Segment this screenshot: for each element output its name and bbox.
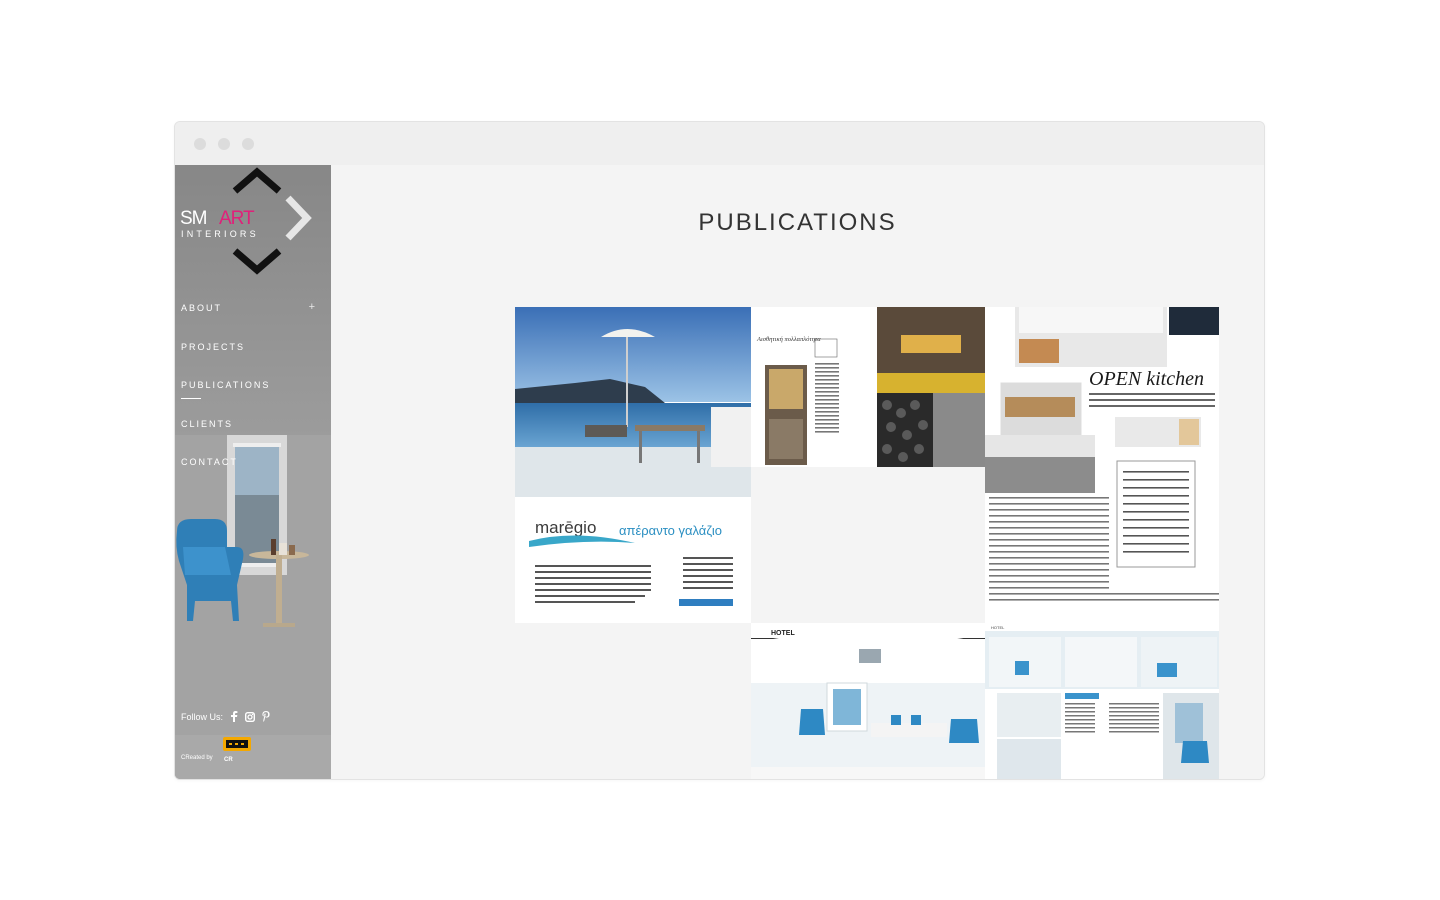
- pinterest-icon[interactable]: [262, 711, 270, 722]
- nav-item-projects[interactable]: PROJECTS: [181, 342, 321, 381]
- publication-image: marēgio απέραντο γαλάζιο: [515, 307, 751, 623]
- window-minimize-button[interactable]: [218, 138, 230, 150]
- follow-label: Follow Us:: [181, 711, 224, 722]
- publication-maregio[interactable]: marēgio απέραντο γαλάζιο: [515, 307, 751, 623]
- publication-hotel-1[interactable]: HOTEL: [751, 623, 985, 779]
- expand-icon[interactable]: +: [309, 301, 315, 313]
- publication-heading: OPEN kitchen: [1089, 368, 1204, 390]
- publication-image: HOTEL: [985, 623, 1219, 779]
- facebook-icon[interactable]: [230, 711, 238, 722]
- publication-hotel-2[interactable]: HOTEL: [985, 623, 1219, 779]
- social-links: Follow Us:: [181, 711, 270, 722]
- nav-label: CONTACT: [181, 457, 238, 467]
- instagram-icon[interactable]: [245, 711, 256, 722]
- window-titlebar: [175, 122, 1264, 165]
- nav-item-clients[interactable]: CLIENTS: [181, 419, 321, 458]
- created-by-label: CReated by: [181, 755, 213, 761]
- main-content: PUBLICATIONS marēgio απέραντο γαλάζιο Αι…: [331, 165, 1264, 779]
- nav-item-about[interactable]: ABOUT +: [181, 301, 321, 342]
- nav-label: PUBLICATIONS: [181, 380, 271, 390]
- publication-aisthitiki[interactable]: Αισθητική πολλαπλότητα: [751, 307, 985, 467]
- publication-image: OPEN kitchen: [985, 307, 1219, 623]
- maregio-brand-text: marēgio: [535, 518, 596, 537]
- logo-text-prefix: SM: [180, 208, 207, 229]
- browser-window: SM ART INTERIORS ABOUT + PROJECTS PUBLIC…: [174, 121, 1265, 780]
- site-logo[interactable]: SM ART INTERIORS: [175, 165, 331, 277]
- publication-heading: Αισθητική πολλαπλότητα: [756, 336, 821, 343]
- sidebar: SM ART INTERIORS ABOUT + PROJECTS PUBLIC…: [175, 165, 331, 779]
- window-close-button[interactable]: [194, 138, 206, 150]
- active-indicator: [181, 398, 201, 399]
- publication-image: HOTEL: [751, 623, 985, 779]
- publication-label: HOTEL: [771, 630, 795, 637]
- publication-image: Αισθητική πολλαπλότητα: [751, 307, 985, 467]
- page-title: PUBLICATIONS: [698, 209, 897, 236]
- sidebar-nav: ABOUT + PROJECTS PUBLICATIONS CLIENTS CO…: [181, 301, 321, 496]
- maregio-tagline-text: απέραντο γαλάζιο: [619, 523, 722, 538]
- creator-logo-text: CR: [224, 757, 233, 763]
- logo-text-accent: ART: [219, 208, 255, 229]
- nav-item-publications[interactable]: PUBLICATIONS: [181, 380, 321, 419]
- creator-logo[interactable]: CR: [222, 737, 252, 763]
- publication-open-kitchen[interactable]: OPEN kitchen: [985, 307, 1219, 623]
- window-maximize-button[interactable]: [242, 138, 254, 150]
- logo-text-sub: INTERIORS: [181, 229, 259, 239]
- nav-item-contact[interactable]: CONTACT: [181, 457, 321, 496]
- nav-label: CLIENTS: [181, 418, 234, 429]
- nav-label: ABOUT: [181, 303, 223, 313]
- publication-label: HOTEL: [991, 625, 1005, 630]
- nav-label: PROJECTS: [181, 341, 246, 352]
